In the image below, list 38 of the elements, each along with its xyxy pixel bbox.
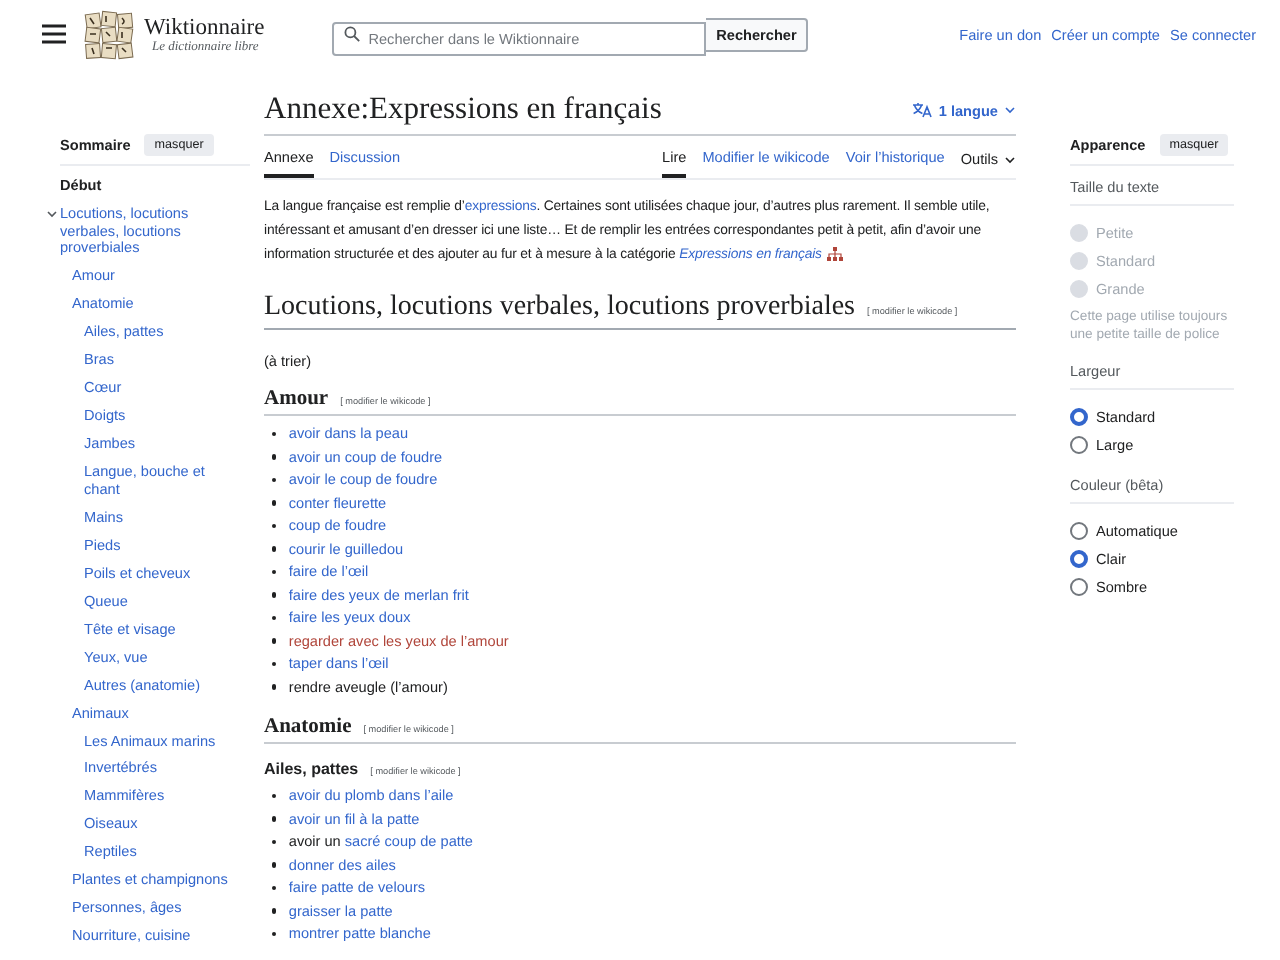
bullet-icon	[272, 477, 277, 483]
section-heading: Locutions, locutions verbales, locutions proverbiales	[264, 292, 855, 325]
menu-icon[interactable]	[42, 24, 66, 44]
chevron-icon[interactable]	[46, 207, 58, 220]
logo-icon[interactable]	[84, 9, 134, 59]
bullet-icon	[272, 684, 277, 690]
category-tree-icon	[825, 245, 844, 262]
bullet-icon	[272, 931, 277, 937]
chevron-icon	[1004, 153, 1016, 165]
chevron-icon	[1004, 104, 1016, 116]
bullet-icon	[272, 592, 277, 598]
subsection-heading: Ailes, pattes	[264, 760, 359, 779]
bullet-icon	[272, 862, 277, 868]
bullet-icon	[272, 546, 277, 552]
radio-button[interactable]	[1070, 521, 1088, 539]
radio-button[interactable]	[1070, 435, 1088, 453]
radio-button[interactable]	[1070, 577, 1088, 595]
bullet-icon	[272, 431, 277, 437]
bullet-icon	[272, 638, 277, 644]
bullet-icon	[272, 816, 277, 822]
section-heading: Anatomie	[264, 716, 352, 739]
radio-button[interactable]	[1070, 407, 1088, 425]
site-name[interactable]: Wiktionnaire	[144, 15, 265, 39]
bullet-icon	[272, 908, 277, 914]
bullet-icon	[272, 500, 277, 506]
translate-icon	[912, 102, 933, 118]
bullet-icon	[272, 885, 277, 891]
bullet-icon	[272, 793, 277, 799]
section-heading: Amour	[264, 388, 329, 411]
search-icon	[344, 26, 361, 42]
page-title: Annexe:Expressions en français	[264, 92, 662, 128]
bullet-icon	[272, 661, 277, 667]
bullet-icon	[272, 569, 277, 575]
bullet-icon	[272, 454, 277, 460]
bullet-icon	[272, 615, 277, 621]
bullet-icon	[272, 839, 277, 845]
bullet-icon	[272, 523, 277, 529]
radio-button[interactable]	[1070, 549, 1088, 567]
